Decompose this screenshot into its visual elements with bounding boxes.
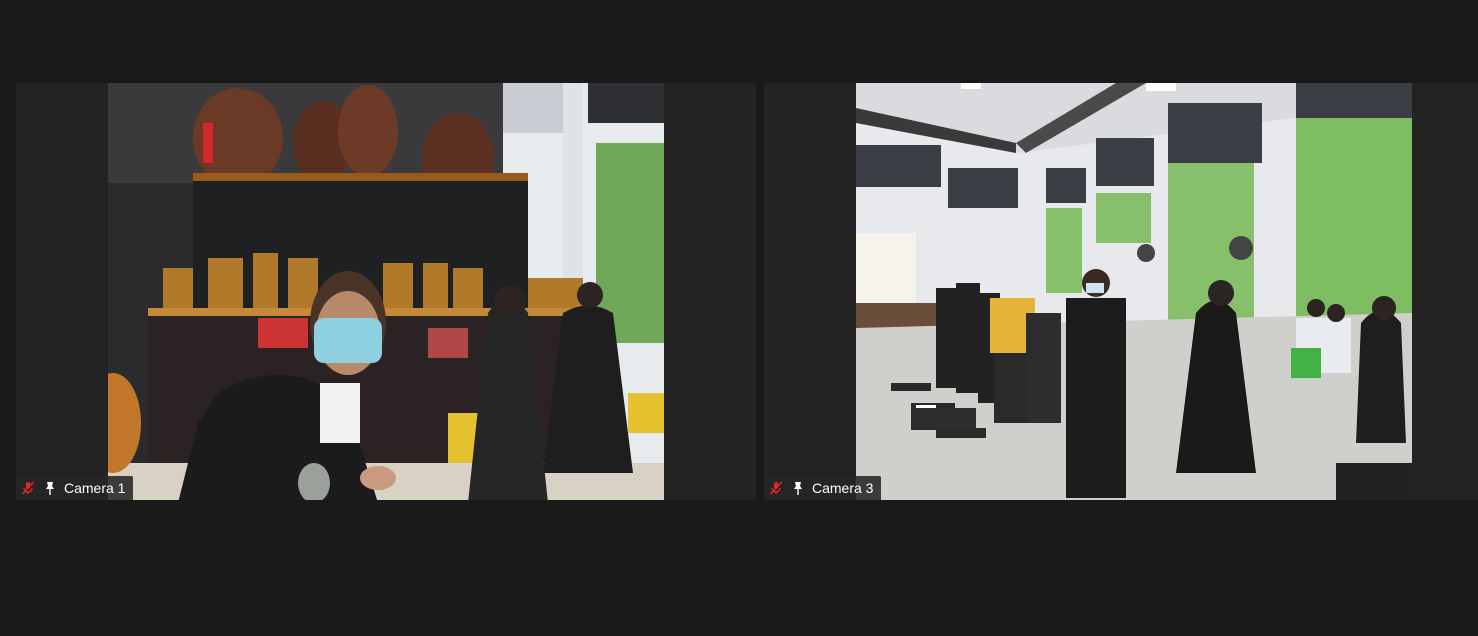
- video-feed-camera-1: [108, 83, 664, 500]
- participant-name-tag: Camera 3: [764, 476, 882, 500]
- participant-name: Camera 1: [64, 480, 126, 496]
- pin-icon[interactable]: [790, 480, 806, 496]
- participant-name-tag: Camera 1: [16, 476, 134, 500]
- mic-muted-icon: [768, 480, 784, 496]
- video-tile-camera-1[interactable]: Camera 1: [16, 83, 756, 500]
- video-feed-camera-3: [856, 83, 1412, 500]
- participant-name: Camera 3: [812, 480, 874, 496]
- mic-muted-icon: [20, 480, 36, 496]
- video-tile-camera-3[interactable]: Camera 3: [764, 83, 1478, 500]
- pin-icon[interactable]: [42, 480, 58, 496]
